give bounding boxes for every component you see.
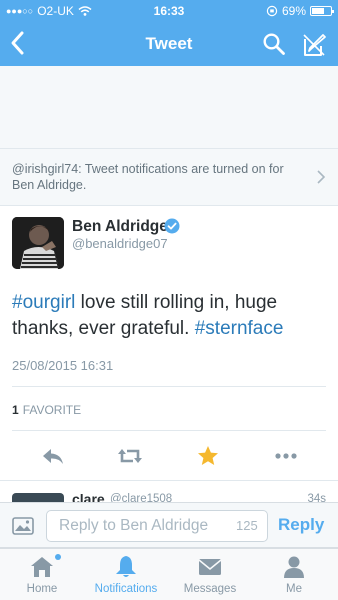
battery-percent: 69% — [281, 4, 306, 18]
avatar[interactable] — [12, 493, 64, 502]
author-name[interactable]: Ben Aldridge — [72, 218, 168, 236]
hashtag-link[interactable]: #sternface — [195, 318, 284, 339]
favorites-label: FAVORITE — [22, 403, 82, 417]
banner-area — [0, 66, 338, 148]
profile-photo — [12, 217, 64, 269]
reply-button[interactable]: Reply — [278, 515, 324, 535]
tweet-actions — [0, 436, 338, 476]
compose-icon[interactable] — [300, 31, 328, 59]
notice-text: @irishgirl74: Tweet notifications are tu… — [12, 162, 284, 192]
page-title: Tweet — [145, 34, 193, 53]
battery-icon — [310, 6, 334, 16]
search-icon[interactable] — [262, 32, 286, 56]
char-count: 125 — [236, 518, 258, 533]
reply-author-handle[interactable]: @clare1508 — [110, 493, 172, 502]
reply-input[interactable] — [46, 510, 268, 542]
person-icon — [284, 556, 304, 578]
tab-messages[interactable]: Messages — [168, 549, 252, 600]
tab-label: Me — [286, 583, 302, 595]
home-icon — [31, 557, 53, 577]
reply-icon[interactable] — [40, 444, 66, 468]
author-handle[interactable]: @benaldridge07 — [72, 236, 168, 251]
envelope-icon — [198, 559, 222, 575]
battery-info: 69% — [266, 4, 334, 18]
tab-home[interactable]: Home — [0, 549, 84, 600]
divider — [12, 430, 326, 431]
reply-author-name[interactable]: clare — [72, 491, 105, 502]
divider — [12, 386, 326, 387]
photo-icon[interactable] — [12, 517, 34, 535]
next-reply[interactable]: clare @clare1508 34s — [0, 480, 338, 502]
verified-badge-icon — [164, 218, 180, 234]
favorites-count[interactable]: 1 FAVORITE — [12, 403, 81, 417]
tab-bar: Home Notifications Messages Me — [0, 548, 338, 600]
hashtag-link[interactable]: #ourgirl — [12, 292, 75, 313]
retweet-icon[interactable] — [117, 444, 143, 468]
status-bar: ●●●○○ O2-UK 16:33 69% — [0, 0, 338, 22]
unread-dot — [55, 554, 61, 560]
tab-notifications[interactable]: Notifications — [84, 549, 168, 600]
tab-me[interactable]: Me — [252, 549, 336, 600]
reply-time: 34s — [307, 493, 326, 502]
tweet-timestamp: 25/08/2015 16:31 — [12, 358, 114, 373]
more-icon[interactable] — [273, 444, 299, 468]
orientation-lock-icon — [266, 5, 278, 17]
chevron-right-icon — [317, 170, 326, 184]
tweet-text: #ourgirl love still rolling in, huge tha… — [12, 290, 330, 342]
favorites-number: 1 — [12, 403, 19, 417]
reply-bar: 125 Reply — [0, 502, 338, 548]
star-icon[interactable] — [195, 444, 221, 468]
top-bar: ●●●○○ O2-UK 16:33 69% Tweet — [0, 0, 338, 66]
notification-notice[interactable]: @irishgirl74: Tweet notifications are tu… — [0, 148, 338, 206]
bell-icon — [116, 556, 136, 577]
avatar[interactable] — [12, 217, 64, 269]
